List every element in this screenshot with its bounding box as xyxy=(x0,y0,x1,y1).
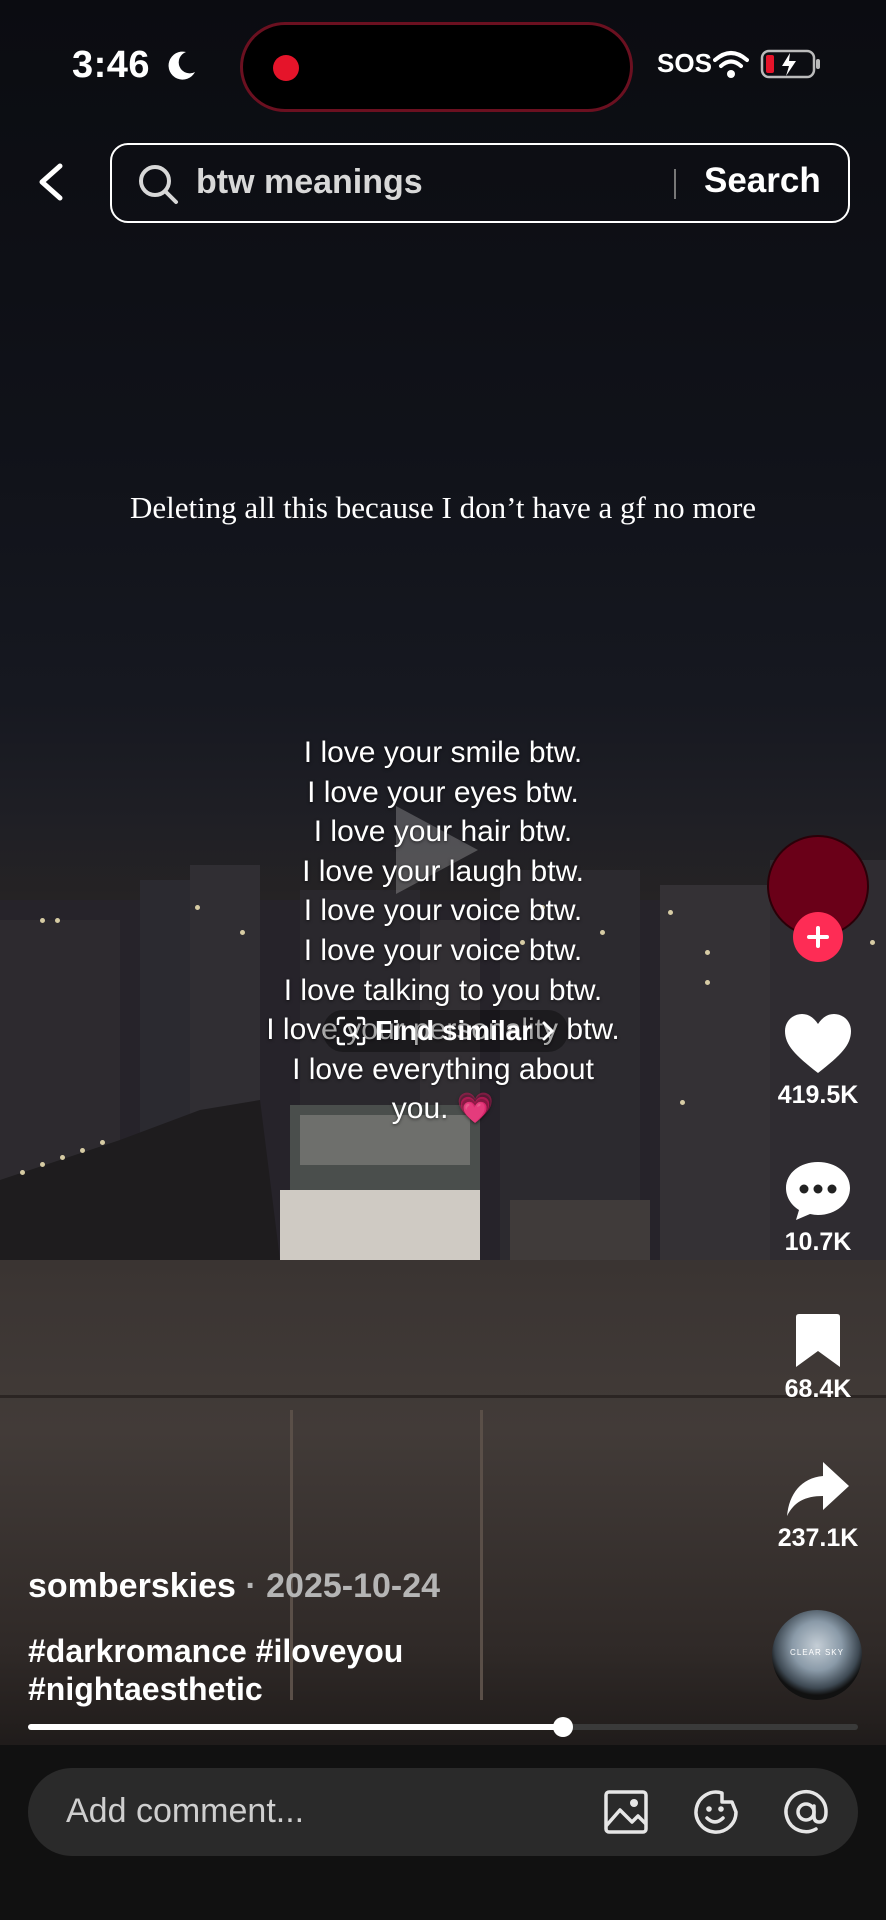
back-button[interactable] xyxy=(30,160,74,204)
chevron-right-icon xyxy=(542,1021,555,1041)
progress-fill xyxy=(28,1724,564,1730)
search-bar[interactable]: btw meanings Search xyxy=(110,143,850,223)
comment-input[interactable]: Add comment... xyxy=(66,1792,304,1831)
emoji-icon[interactable] xyxy=(692,1788,740,1836)
music-disc[interactable]: CLEAR SKY xyxy=(772,1610,862,1700)
moon-icon xyxy=(168,51,195,80)
wall-ledge xyxy=(0,1395,886,1398)
share-count: 237.1K xyxy=(777,1524,859,1552)
hashtags-line[interactable]: #darkromance #iloveyou xyxy=(28,1632,588,1670)
share-button[interactable]: 237.1K xyxy=(765,1460,871,1553)
overlay-line: I love your voice btw. xyxy=(303,894,583,928)
overlay-line-last: you. 💗 xyxy=(223,1089,663,1129)
status-bar: 3:46 SOS xyxy=(0,0,886,130)
save-count: 68.4K xyxy=(784,1375,852,1403)
mention-icon[interactable] xyxy=(782,1788,830,1836)
dynamic-island xyxy=(240,22,633,112)
search-icon xyxy=(139,165,178,204)
search-input[interactable]: btw meanings xyxy=(196,163,423,202)
comment-field[interactable]: Add comment... xyxy=(28,1768,858,1856)
overlay-line: I love everything about xyxy=(292,1052,594,1086)
like-button[interactable]: 419.5K xyxy=(765,1013,871,1110)
wifi-icon xyxy=(713,51,749,78)
hashtags-line[interactable]: #nightaesthetic xyxy=(28,1670,588,1708)
sos-indicator: SOS xyxy=(657,48,712,78)
post-hashtags: #darkromance #iloveyou #nightaesthetic xyxy=(28,1632,588,1708)
overlay-line: I love your laugh btw. xyxy=(302,854,584,888)
pink-heart-emoji: 💗 xyxy=(456,1092,495,1126)
image-icon[interactable] xyxy=(602,1788,650,1836)
visual-search-icon xyxy=(336,1016,366,1046)
bottom-comment-panel: Add comment... xyxy=(0,1745,886,1920)
heart-icon xyxy=(785,1014,851,1073)
follow-button[interactable] xyxy=(793,912,843,962)
video-progress-bar[interactable] xyxy=(28,1717,858,1737)
post-author-line: somberskies · 2025-10-24 xyxy=(28,1567,440,1606)
author-username[interactable]: somberskies xyxy=(28,1567,236,1605)
overlay-line: I love your hair btw. xyxy=(313,815,573,849)
music-disc-label: CLEAR SKY xyxy=(790,1648,844,1657)
like-count: 419.5K xyxy=(777,1081,859,1109)
overlay-line: you. xyxy=(391,1092,449,1126)
comment-icon xyxy=(786,1162,850,1220)
clock-time: 3:46 xyxy=(72,44,151,86)
post-date: 2025-10-24 xyxy=(266,1567,441,1605)
save-button[interactable]: 68.4K xyxy=(765,1313,871,1404)
overlay-line: I love your eyes btw. xyxy=(307,775,579,809)
find-similar-label: Find similar xyxy=(375,1015,533,1046)
overlay-line: I love talking to you btw. xyxy=(283,973,603,1007)
comment-count: 10.7K xyxy=(784,1228,852,1256)
battery-charging-icon xyxy=(760,49,820,79)
search-divider xyxy=(674,169,676,199)
bookmark-icon xyxy=(796,1314,840,1367)
overlay-line: I love your voice btw. xyxy=(303,933,583,967)
find-similar-button[interactable]: Find similar xyxy=(323,1010,569,1052)
recording-indicator-icon xyxy=(273,55,299,81)
overlay-line: I love your smile btw. xyxy=(303,736,583,769)
date-separator: · xyxy=(235,1567,267,1605)
video-caption-overlay: Deleting all this because I don’t have a… xyxy=(129,490,757,525)
plus-icon xyxy=(807,926,829,948)
share-arrow-icon xyxy=(787,1462,849,1516)
search-button[interactable]: Search xyxy=(704,161,821,201)
comment-button[interactable]: 10.7K xyxy=(765,1160,871,1257)
video-text-overlay: I love your smile btw. I love your eyes … xyxy=(223,733,663,1129)
